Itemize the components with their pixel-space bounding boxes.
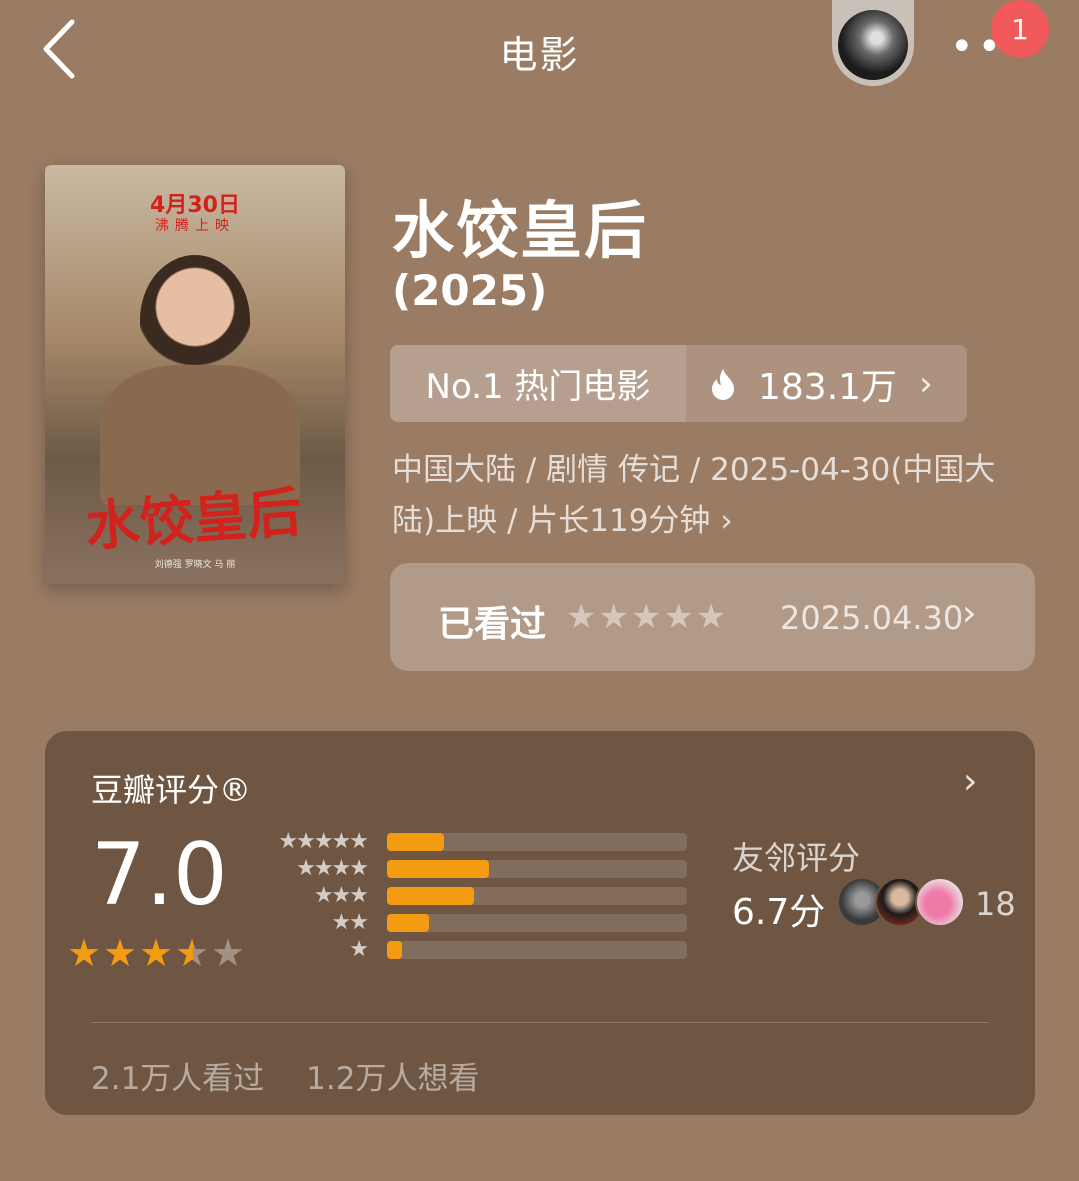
chevron-right-icon: › bbox=[962, 593, 977, 634]
distribution-row: ★★★★ bbox=[265, 856, 705, 883]
distribution-bar bbox=[387, 887, 687, 905]
star-icon: ★ bbox=[211, 931, 246, 975]
divider bbox=[91, 1022, 989, 1023]
distribution-row: ★★ bbox=[265, 910, 705, 937]
poster-credits: 刘德强 罗晓文 马 丽 bbox=[154, 560, 236, 570]
star-icon: ★ bbox=[175, 931, 210, 975]
friend-avatar[interactable] bbox=[915, 877, 965, 927]
distribution-stars: ★★★ bbox=[313, 883, 369, 908]
wish-count[interactable]: 1.2万人想看 bbox=[306, 1061, 479, 1097]
star-icon: ★ bbox=[103, 931, 138, 975]
distribution-stars: ★★★★★ bbox=[278, 829, 369, 854]
friends-rating-label: 友邻评分 bbox=[732, 839, 861, 877]
user-avatar[interactable] bbox=[832, 0, 914, 86]
movie-meta[interactable]: 中国大陆 / 剧情 传记 / 2025-04-30(中国大陆)上映 / 片长11… bbox=[392, 445, 1032, 547]
distribution-row: ★★★★★ bbox=[265, 829, 705, 856]
distribution-fill bbox=[387, 860, 489, 878]
distribution-bar bbox=[387, 941, 687, 959]
heat-value: 183.1万 bbox=[758, 366, 898, 408]
watched-count[interactable]: 2.1万人看过 bbox=[91, 1061, 264, 1097]
notification-badge[interactable]: 1 bbox=[991, 0, 1049, 58]
distribution-row: ★ bbox=[265, 937, 705, 964]
distribution-stars: ★★★★ bbox=[296, 856, 369, 881]
rank-label: No.1 热门电影 bbox=[390, 345, 686, 422]
audience-counts: 2.1万人看过 1.2万人想看 bbox=[91, 1053, 511, 1098]
page-title: 电影 bbox=[499, 33, 580, 77]
distribution-bar bbox=[387, 914, 687, 932]
movie-poster[interactable]: 4月30日 沸腾上映 水饺皇后 刘德强 罗晓文 马 丽 bbox=[45, 165, 345, 584]
seen-label: 已看过 bbox=[438, 604, 547, 645]
heat-section[interactable]: 183.1万 › bbox=[686, 345, 967, 422]
seen-status-button[interactable]: 已看过 ★★★★★ 2025.04.30 › bbox=[390, 563, 1035, 671]
chevron-right-icon: › bbox=[919, 363, 933, 404]
distribution-stars: ★★ bbox=[331, 910, 369, 935]
poster-subtitle: 沸腾上映 bbox=[155, 218, 235, 234]
rating-card[interactable]: 豆瓣评分® › 7.0 ★★★★★ ★★★★★ ★★★★ ★★★ ★★ ★ 友邻评分 6… bbox=[45, 731, 1035, 1115]
distribution-bar bbox=[387, 860, 687, 878]
my-rating-stars[interactable]: ★★★★★ bbox=[566, 597, 728, 637]
rating-score: 7.0 bbox=[91, 825, 228, 925]
rating-label: 豆瓣评分® bbox=[91, 771, 252, 809]
distribution-fill bbox=[387, 941, 402, 959]
star-icon: ★ bbox=[67, 931, 102, 975]
distribution-row: ★★★ bbox=[265, 883, 705, 910]
fire-icon bbox=[712, 368, 734, 400]
movie-year: (2025) bbox=[392, 266, 548, 315]
seen-date: 2025.04.30 bbox=[780, 599, 964, 637]
distribution-fill bbox=[387, 887, 474, 905]
rating-stars: ★★★★★ bbox=[67, 931, 247, 975]
rank-banner[interactable]: No.1 热门电影 183.1万 › bbox=[390, 345, 967, 422]
movie-title: 水饺皇后 bbox=[392, 194, 649, 267]
friends-count[interactable]: 18 bbox=[975, 885, 1016, 923]
chevron-right-icon[interactable]: › bbox=[963, 761, 977, 802]
distribution-stars: ★ bbox=[349, 937, 369, 962]
distribution-fill bbox=[387, 914, 429, 932]
star-icon: ★ bbox=[139, 931, 174, 975]
distribution-fill bbox=[387, 833, 444, 851]
friends-rating-score: 6.7分 bbox=[732, 892, 826, 933]
distribution-bar bbox=[387, 833, 687, 851]
poster-title-art: 水饺皇后 bbox=[83, 479, 304, 559]
